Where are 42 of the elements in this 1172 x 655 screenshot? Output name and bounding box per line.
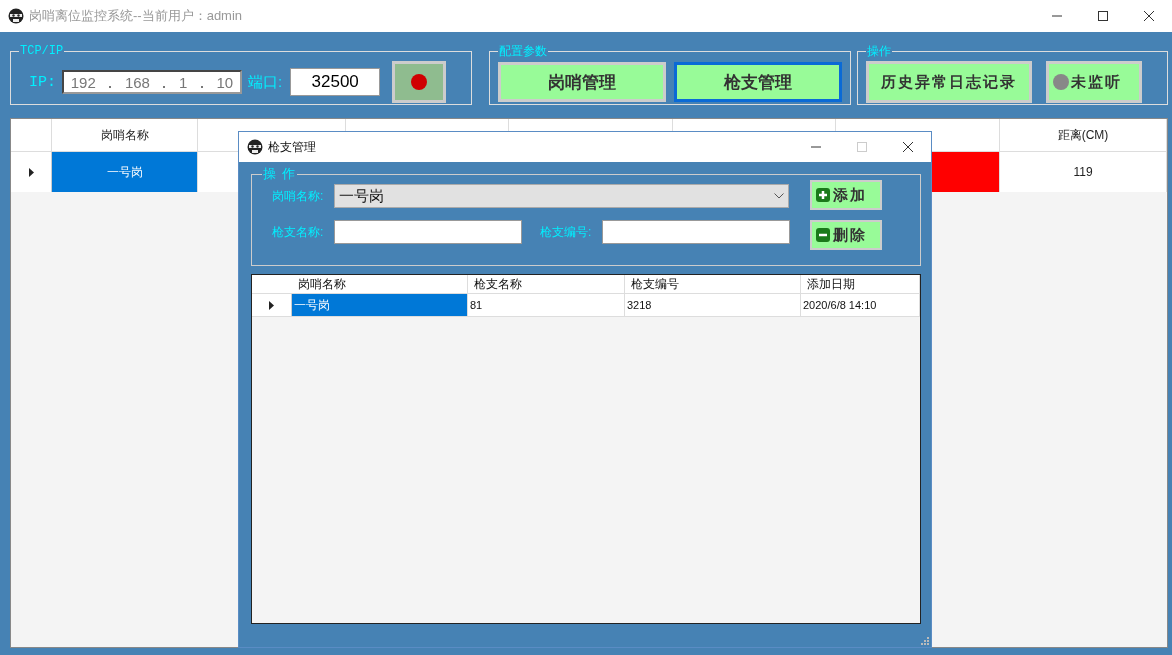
maximize-icon [857, 142, 867, 152]
ip-field[interactable]: 192 168 1 10 [62, 70, 242, 94]
plus-icon [816, 188, 830, 202]
minus-icon [816, 228, 830, 242]
group-legend: 配置参数 [498, 45, 549, 57]
ip-label: IP: [29, 73, 56, 91]
chevron-down-icon [774, 193, 784, 199]
table-cell: 119 [1000, 152, 1167, 192]
close-icon[interactable] [1144, 11, 1154, 21]
close-icon[interactable] [903, 142, 913, 152]
table-cell: 3218 [625, 294, 801, 316]
record-button[interactable] [392, 61, 447, 103]
port-field[interactable]: 32500 [290, 68, 381, 96]
masked-face-icon [247, 139, 263, 155]
group-legend: 操作 [866, 45, 893, 57]
masked-face-icon [8, 8, 24, 24]
resize-grip-icon[interactable] [921, 637, 929, 645]
window-title: 岗哨离位监控系统--当前用户：admin [29, 7, 243, 25]
table-cell: 一号岗 [292, 294, 468, 316]
table-cell: 81 [468, 294, 625, 316]
dot-separator-icon [109, 86, 112, 88]
table-cell: 一号岗 [52, 152, 198, 192]
maximize-icon[interactable] [1098, 11, 1108, 21]
add-button[interactable]: 添加 [810, 180, 882, 210]
gun-number-field[interactable] [602, 220, 790, 244]
manage-button[interactable]: 岗哨管理 [498, 62, 667, 102]
manage-button[interactable]: 枪支管理 [674, 62, 843, 102]
gun-name-label: 枪支名称: [272, 223, 325, 241]
delete-button[interactable]: 删除 [810, 220, 882, 250]
listen-button[interactable]: 未监听 [1046, 61, 1143, 103]
group-legend: TCP/IP [19, 45, 65, 57]
group-legend: 操 作 [262, 168, 297, 180]
table-cell: 2020/6/8 14:10 [801, 294, 920, 316]
dialog-title: 枪支管理 [268, 138, 316, 156]
gun-number-label: 枪支编号: [540, 223, 593, 241]
port-label: 端口: [248, 72, 283, 92]
post-label: 岗哨名称: [272, 187, 325, 205]
gun-name-field[interactable] [334, 220, 522, 244]
dot-separator-icon [163, 86, 166, 88]
post-dropdown[interactable]: 一号岗 [334, 184, 789, 208]
dot-separator-icon [200, 86, 203, 88]
log-button[interactable]: 历史异常日志记录 [866, 61, 1033, 103]
